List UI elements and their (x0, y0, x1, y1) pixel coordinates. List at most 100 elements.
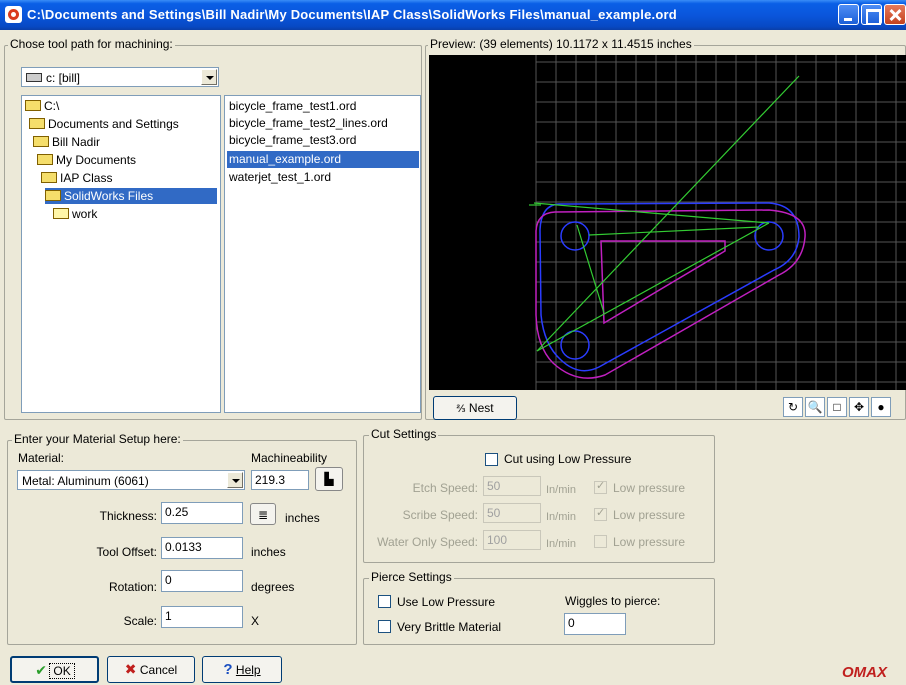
tool-offset-units: inches (251, 545, 286, 559)
toolpath-group-label: Chose tool path for machining: (8, 37, 175, 51)
file-item[interactable]: bicycle_frame_test1.ord (227, 98, 419, 115)
nest-button[interactable]: ⅔ Nest (433, 396, 517, 420)
toolpath-preview-graphic (529, 55, 906, 390)
tree-item-work[interactable]: work (53, 206, 97, 222)
tree-item-solidworks-files[interactable]: SolidWorks Files (45, 188, 217, 204)
scribe-low-pressure-checkbox[interactable] (594, 506, 607, 521)
thickness-units: inches (285, 511, 320, 525)
drive-select[interactable]: c: [bill] (21, 67, 219, 87)
file-item-selected[interactable]: manual_example.ord (227, 151, 419, 168)
material-group-label: Enter your Material Setup here: (12, 432, 183, 446)
cut-settings-label: Cut Settings (369, 427, 439, 441)
select-box-icon[interactable]: □ (827, 397, 847, 417)
water-low-pressure-checkbox[interactable] (594, 535, 607, 548)
zoom-icon[interactable]: 🔍 (805, 397, 825, 417)
etch-speed-label: Etch Speed: (412, 481, 478, 495)
machineability-field[interactable]: 219.3 (251, 470, 309, 490)
rotation-units: degrees (251, 580, 295, 594)
folder-open-icon (25, 100, 41, 111)
rotation-field[interactable]: 0 (161, 570, 243, 592)
very-brittle-checkbox[interactable] (378, 620, 391, 633)
lead-lines (529, 75, 800, 352)
minimize-button[interactable] (838, 4, 859, 25)
drive-select-value: c: [bill] (26, 71, 80, 85)
x-icon: ✖ (124, 661, 137, 677)
preview-grid (535, 55, 906, 390)
checkmark-icon: ✔ (35, 662, 48, 678)
ok-button[interactable]: ✔ OK (10, 656, 99, 683)
scribe-speed-field[interactable]: 50 (483, 503, 541, 523)
tool-offset-field[interactable]: 0.0133 (161, 537, 243, 559)
file-item[interactable]: waterjet_test_1.ord (227, 169, 419, 186)
pierce-settings-group (363, 578, 715, 645)
window-title: C:\Documents and Settings\Bill Nadir\My … (27, 7, 677, 22)
nest-icon: ⅔ (456, 403, 466, 415)
file-list[interactable]: bicycle_frame_test1.ord bicycle_frame_te… (224, 95, 421, 413)
omax-logo: OMAX (842, 664, 887, 681)
water-low-pressure-label: Low pressure (613, 535, 686, 549)
bar-chart-icon: ▙ (324, 472, 334, 486)
help-icon: ? (223, 661, 233, 678)
tool-offset-label: Tool Offset: (96, 545, 157, 559)
etch-speed-units: In/min (546, 484, 576, 496)
rotate-icon[interactable]: ↻ (783, 397, 803, 417)
title-bar: C:\Documents and Settings\Bill Nadir\My … (0, 0, 906, 30)
chevron-down-icon[interactable] (201, 69, 217, 85)
pierce-settings-label: Pierce Settings (369, 570, 454, 584)
tree-item-documents-and-settings[interactable]: Documents and Settings (29, 116, 179, 132)
folder-open-icon (33, 136, 49, 147)
thickness-field[interactable]: 0.25 (161, 502, 243, 524)
tree-item-my-documents[interactable]: My Documents (37, 152, 136, 168)
folder-tree[interactable]: C:\ Documents and Settings Bill Nadir My… (21, 95, 221, 413)
folder-open-icon (29, 118, 45, 129)
water-only-speed-units: In/min (546, 538, 576, 550)
etch-low-pressure-label: Low pressure (613, 481, 686, 495)
scribe-speed-label: Scribe Speed: (402, 508, 478, 522)
pan-icon[interactable]: ✥ (849, 397, 869, 417)
use-low-pressure-checkbox[interactable] (378, 595, 391, 608)
scale-field[interactable]: 1 (161, 606, 243, 628)
folder-open-icon (45, 190, 61, 201)
material-select-value: Metal: Aluminum (6061) (22, 474, 149, 488)
etch-speed-field[interactable]: 50 (483, 476, 541, 496)
thickness-list-button[interactable]: ≣ (250, 503, 276, 525)
cancel-button[interactable]: ✖ Cancel (107, 656, 195, 683)
tree-item-bill-nadir[interactable]: Bill Nadir (33, 134, 100, 150)
scribe-low-pressure-label: Low pressure (613, 508, 686, 522)
etch-low-pressure-checkbox[interactable] (594, 479, 607, 494)
app-icon (5, 6, 22, 23)
preview-canvas[interactable] (429, 55, 906, 390)
file-item[interactable]: bicycle_frame_test3.ord (227, 132, 419, 149)
material-select[interactable]: Metal: Aluminum (6061) (17, 470, 245, 490)
scale-label: Scale: (123, 614, 157, 628)
rotation-label: Rotation: (108, 580, 157, 594)
folder-open-icon (41, 172, 57, 183)
preview-label: Preview: (39 elements) 10.1172 x 11.4515… (428, 37, 694, 51)
folder-icon (53, 208, 69, 219)
help-button[interactable]: ? Help (202, 656, 282, 683)
scale-units: X (251, 614, 260, 628)
maximize-button[interactable] (861, 4, 882, 25)
drive-icon (26, 73, 42, 82)
hole-right (754, 221, 784, 251)
list-icon: ≣ (257, 508, 269, 522)
material-label: Material: (18, 451, 65, 465)
low-pressure-checkbox[interactable] (485, 453, 498, 466)
thickness-label: Thickness: (99, 509, 157, 523)
wiggles-field[interactable]: 0 (564, 613, 626, 635)
machineability-chart-button[interactable]: ▙ (315, 467, 343, 491)
folder-open-icon (37, 154, 53, 165)
tree-item-c-drive[interactable]: C:\ (25, 98, 59, 114)
use-low-pressure-label: Use Low Pressure (397, 595, 496, 609)
file-item[interactable]: bicycle_frame_test2_lines.ord (227, 115, 419, 132)
very-brittle-label: Very Brittle Material (397, 620, 502, 634)
tree-item-iap-class[interactable]: IAP Class (41, 170, 112, 186)
globe-icon[interactable]: ● (871, 397, 891, 417)
hole-top-left (560, 221, 590, 251)
wiggles-label: Wiggles to pierce: (565, 594, 661, 608)
close-button[interactable] (884, 4, 906, 25)
water-only-speed-label: Water Only Speed: (377, 535, 478, 549)
water-only-speed-field[interactable]: 100 (483, 530, 541, 550)
chevron-down-icon[interactable] (227, 472, 243, 488)
machineability-label: Machineability (251, 451, 328, 465)
